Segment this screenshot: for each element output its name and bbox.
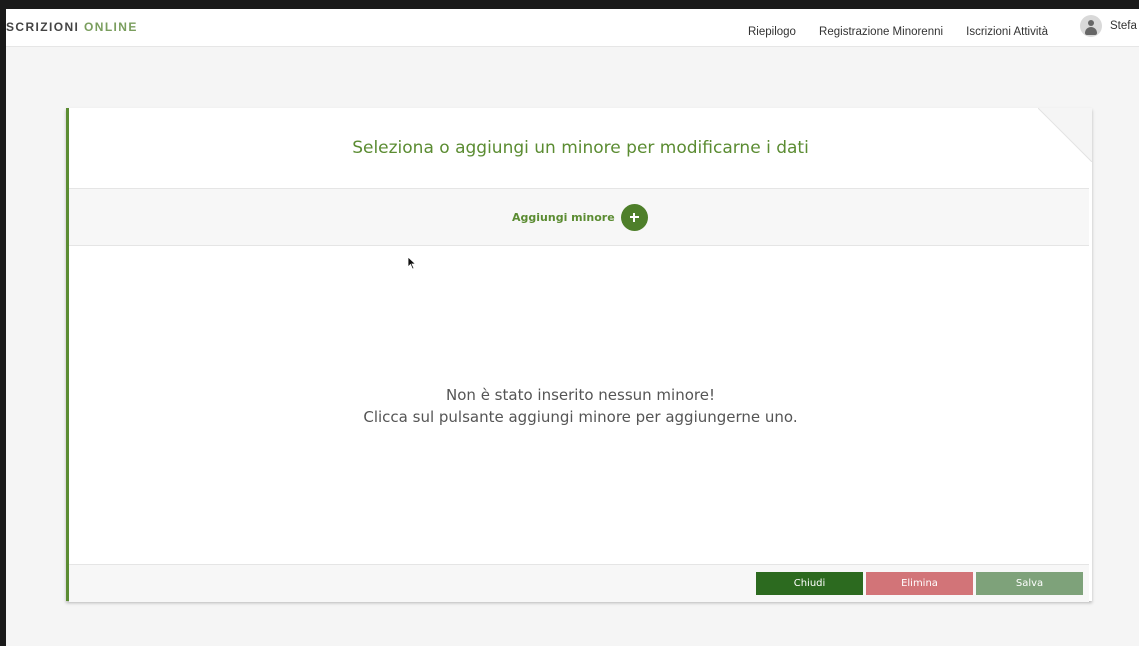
empty-state-line-1: Non è stato inserito nessun minore! — [446, 386, 715, 404]
top-navbar: SCRIZIONI ONLINE Riepilogo Registrazione… — [6, 9, 1139, 47]
avatar-head — [1088, 20, 1094, 26]
add-minor-bar: Aggiungi minore — [69, 188, 1089, 246]
add-minor-label[interactable]: Aggiungi minore — [512, 211, 615, 224]
minors-card: Seleziona o aggiungi un minore per modif… — [66, 108, 1092, 602]
user-menu[interactable]: Stefa — [1080, 15, 1137, 37]
window-frame-left — [0, 0, 6, 646]
card-footer: Chiudi Elimina Salva — [69, 564, 1089, 602]
close-button[interactable]: Chiudi — [756, 572, 863, 595]
brand-logo[interactable]: SCRIZIONI ONLINE — [6, 20, 138, 34]
avatar-body — [1085, 27, 1097, 35]
plus-circle-icon[interactable] — [620, 203, 648, 231]
mouse-cursor-icon — [407, 256, 417, 270]
main-nav: Riepilogo Registrazione Minorenni Iscriz… — [748, 20, 1066, 39]
user-avatar-icon[interactable] — [1080, 15, 1102, 37]
user-name[interactable]: Stefa — [1110, 20, 1137, 32]
window-frame-top — [0, 0, 1139, 9]
brand-accent-text: ONLINE — [84, 20, 138, 34]
save-button[interactable]: Salva — [976, 572, 1083, 595]
nav-item-riepilogo[interactable]: Riepilogo — [748, 26, 796, 38]
nav-item-registrazione-minorenni[interactable]: Registrazione Minorenni — [819, 26, 943, 38]
delete-button[interactable]: Elimina — [866, 572, 973, 595]
card-title: Seleziona o aggiungi un minore per modif… — [352, 138, 809, 158]
nav-item-iscrizioni-attivita[interactable]: Iscrizioni Attività — [966, 26, 1048, 38]
empty-state-message: Non è stato inserito nessun minore! Clic… — [69, 384, 1092, 428]
brand-text: SCRIZIONI — [6, 20, 85, 34]
add-minor-button[interactable]: Aggiungi minore — [512, 203, 648, 231]
empty-state-line-2: Clicca sul pulsante aggiungi minore per … — [363, 408, 798, 426]
